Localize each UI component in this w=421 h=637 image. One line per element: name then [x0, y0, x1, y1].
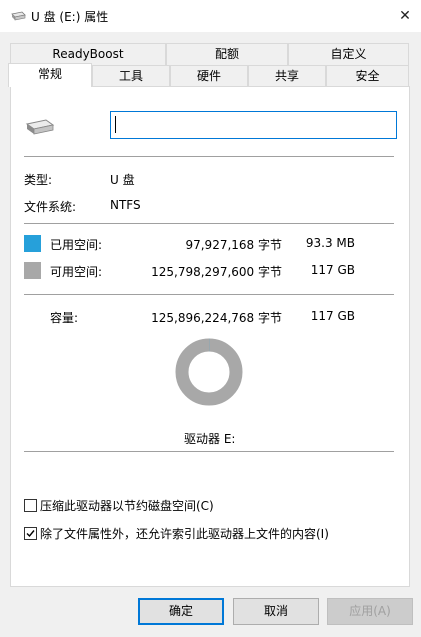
- filesystem-label: 文件系统:: [24, 200, 77, 214]
- tab-security[interactable]: 安全: [326, 65, 409, 87]
- tab-label: ReadyBoost: [52, 47, 124, 61]
- divider: [24, 294, 394, 295]
- free-space-label: 可用空间:: [50, 265, 103, 279]
- index-checkbox[interactable]: [24, 527, 37, 540]
- tab-label: 硬件: [196, 69, 221, 83]
- tab-label: 常规: [37, 67, 62, 81]
- tab-tools[interactable]: 工具: [92, 65, 170, 87]
- cancel-button[interactable]: 取消: [233, 598, 319, 625]
- free-space-ring: [175, 338, 243, 406]
- tab-sharing[interactable]: 共享: [248, 65, 326, 87]
- compress-checkbox[interactable]: [24, 499, 37, 512]
- tab-label: 配额: [214, 47, 239, 61]
- tab-label: 工具: [118, 69, 143, 83]
- title-bar: U 盘 (E:) 属性 ✕: [0, 0, 421, 32]
- tab-label: 共享: [274, 69, 299, 83]
- used-space-swatch: [24, 235, 41, 252]
- checkmark-icon: [26, 530, 35, 538]
- used-space-size: 93.3 MB: [305, 236, 355, 250]
- drive-caption: 驱动器 E:: [184, 432, 236, 446]
- tab-quota[interactable]: 配额: [166, 43, 288, 65]
- capacity-label: 容量:: [50, 311, 79, 325]
- used-space-bytes: 97,927,168 字节: [185, 238, 282, 252]
- divider: [24, 156, 394, 157]
- capacity-size: 117 GB: [310, 309, 355, 323]
- divider: [24, 451, 394, 452]
- space-usage-donut: [175, 338, 243, 406]
- type-value: U 盘: [110, 173, 135, 187]
- tab-general[interactable]: 常规: [8, 63, 92, 87]
- free-space-swatch: [24, 262, 41, 279]
- capacity-bytes: 125,896,224,768 字节: [151, 311, 282, 325]
- tab-label: 自定义: [330, 47, 367, 61]
- drive-icon: [11, 11, 26, 21]
- ok-button[interactable]: 确定: [138, 598, 224, 625]
- window-title: U 盘 (E:) 属性: [31, 10, 109, 24]
- tab-hardware[interactable]: 硬件: [170, 65, 248, 87]
- tab-readyboost[interactable]: ReadyBoost: [10, 43, 166, 65]
- tab-label: 安全: [355, 69, 380, 83]
- close-icon: ✕: [399, 8, 411, 24]
- divider: [24, 223, 394, 224]
- close-button[interactable]: ✕: [392, 4, 418, 28]
- filesystem-value: NTFS: [110, 198, 141, 212]
- used-space-label: 已用空间:: [50, 238, 103, 252]
- compress-label[interactable]: 压缩此驱动器以节约磁盘空间(C): [40, 497, 214, 514]
- drive-name-input[interactable]: [110, 111, 397, 139]
- apply-button[interactable]: 应用(A): [327, 598, 413, 625]
- free-space-size: 117 GB: [310, 263, 355, 277]
- free-space-bytes: 125,798,297,600 字节: [151, 265, 282, 279]
- tab-customize[interactable]: 自定义: [288, 43, 409, 65]
- index-label[interactable]: 除了文件属性外，还允许索引此驱动器上文件的内容(I): [40, 525, 329, 542]
- text-caret: [115, 116, 116, 133]
- usb-drive-icon: [25, 119, 55, 135]
- type-label: 类型:: [24, 173, 53, 187]
